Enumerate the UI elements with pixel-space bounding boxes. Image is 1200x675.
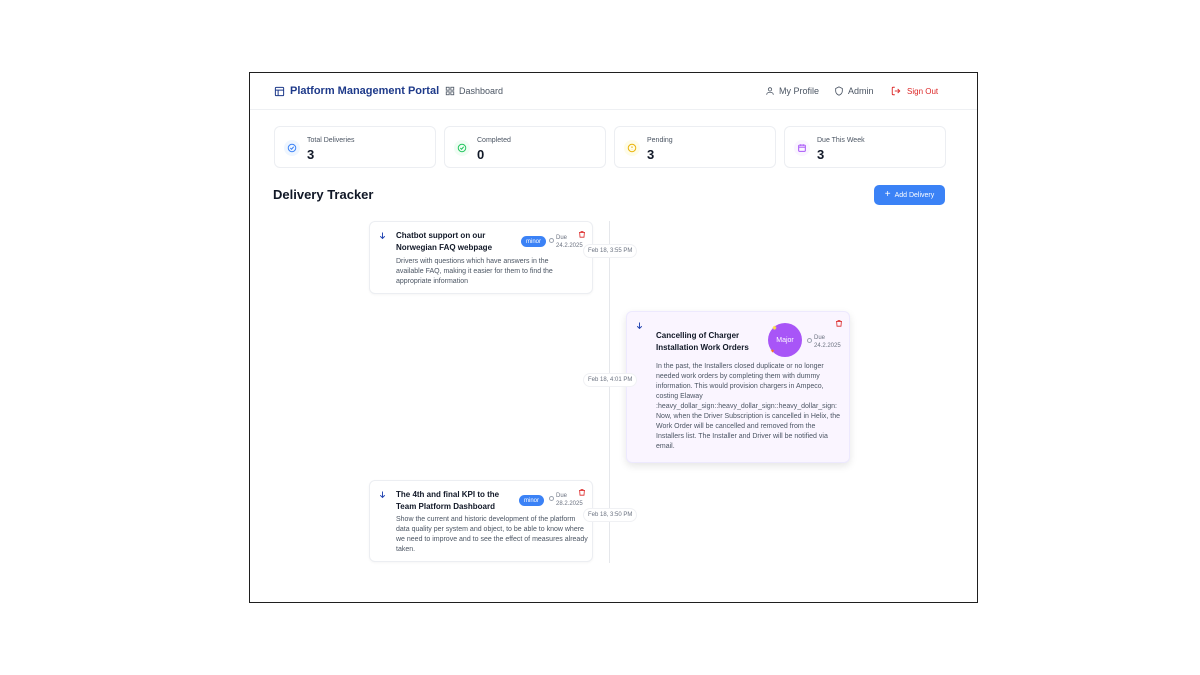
sparkle-icon: ✦ xyxy=(770,349,776,355)
due-label: Due xyxy=(814,335,826,341)
nav-dashboard-label: Dashboard xyxy=(459,86,504,96)
delivery-title: Cancelling of Charger Installation Work … xyxy=(656,331,749,352)
delivery-title: The 4th and final KPI to the Team Platfo… xyxy=(396,490,500,511)
nav-admin[interactable]: Admin xyxy=(834,86,874,96)
due-value: 24.2.2025 xyxy=(814,343,841,349)
delivery-card[interactable]: Chatbot support on our Norwegian FAQ web… xyxy=(369,221,593,294)
nav-profile-label: My Profile xyxy=(779,86,820,96)
priority-badge: minor xyxy=(521,236,547,247)
clock-icon xyxy=(807,338,812,343)
grid-icon xyxy=(445,86,455,96)
stat-icon-wrap xyxy=(284,140,300,156)
check-circle-icon xyxy=(457,143,467,153)
clock-icon xyxy=(549,496,554,501)
arrow-down-icon[interactable] xyxy=(378,231,387,240)
nav-admin-label: Admin xyxy=(848,86,874,96)
brand[interactable]: Platform Management Portal xyxy=(274,85,439,97)
due-date: Due 24.2.2025 xyxy=(807,334,841,350)
stat-value: 3 xyxy=(647,147,655,162)
due-value: 28.2.2025 xyxy=(556,501,583,507)
delivery-description: Drivers with questions which have answer… xyxy=(396,258,553,285)
timestamp: Feb 18, 3:55 PM xyxy=(583,244,638,258)
add-delivery-label: Add Delivery xyxy=(894,191,935,199)
page-title: Delivery Tracker xyxy=(273,187,374,202)
stat-label: Completed xyxy=(477,137,511,144)
delivery-title: Chatbot support on our Norwegian FAQ web… xyxy=(396,231,493,252)
trash-icon[interactable] xyxy=(578,488,586,497)
calendar-icon xyxy=(798,144,806,152)
delivery-card[interactable]: Cancelling of Charger Installation Work … xyxy=(626,311,850,463)
stat-label: Due This Week xyxy=(817,137,865,144)
stat-value: 0 xyxy=(477,147,485,162)
shield-icon xyxy=(835,86,843,96)
stat-completed: Completed 0 xyxy=(444,126,606,168)
stat-icon-wrap xyxy=(624,140,640,156)
stat-label: Pending xyxy=(647,137,673,144)
stat-label: Total Deliveries xyxy=(307,137,355,144)
timestamp: Feb 18, 3:50 PM xyxy=(583,508,638,522)
stat-value: 3 xyxy=(817,147,825,162)
delivery-description: Show the current and historic developmen… xyxy=(396,516,588,553)
app-window: Platform Management Portal Dashboard My … xyxy=(249,72,978,603)
sparkle-icon: ✸ xyxy=(772,326,778,332)
sign-out-label: Sign Out xyxy=(907,86,939,96)
add-delivery-button[interactable]: + Add Delivery xyxy=(874,185,945,205)
priority-badge: minor xyxy=(519,495,545,506)
due-value: 24.2.2025 xyxy=(556,243,583,249)
delivery-card[interactable]: The 4th and final KPI to the Team Platfo… xyxy=(369,480,593,562)
stat-total-deliveries: Total Deliveries 3 xyxy=(274,126,436,168)
arrow-down-icon[interactable] xyxy=(378,490,387,499)
plus-icon: + xyxy=(884,189,891,200)
brand-title: Platform Management Portal xyxy=(290,85,440,97)
layout-icon xyxy=(274,86,285,96)
user-icon xyxy=(766,87,774,95)
sign-out-button[interactable]: Sign Out xyxy=(891,86,938,96)
stat-icon-wrap xyxy=(454,140,470,156)
alert-circle-icon xyxy=(627,143,637,153)
top-navbar: Platform Management Portal Dashboard My … xyxy=(250,73,977,110)
delivery-description: In the past, the Installers closed dupli… xyxy=(656,363,841,450)
stat-value: 3 xyxy=(307,147,315,162)
arrow-down-icon[interactable] xyxy=(635,321,644,330)
trash-icon[interactable] xyxy=(835,319,843,328)
stat-due-this-week: Due This Week 3 xyxy=(784,126,946,168)
clock-icon xyxy=(549,238,554,243)
stat-pending: Pending 3 xyxy=(614,126,776,168)
timestamp: Feb 18, 4:01 PM xyxy=(583,373,638,387)
stat-icon-wrap xyxy=(794,140,810,156)
nav-dashboard[interactable]: Dashboard xyxy=(445,86,503,96)
check-circle-icon xyxy=(287,143,297,153)
nav-profile[interactable]: My Profile xyxy=(765,86,819,96)
logout-icon xyxy=(891,86,901,96)
trash-icon[interactable] xyxy=(578,230,586,239)
